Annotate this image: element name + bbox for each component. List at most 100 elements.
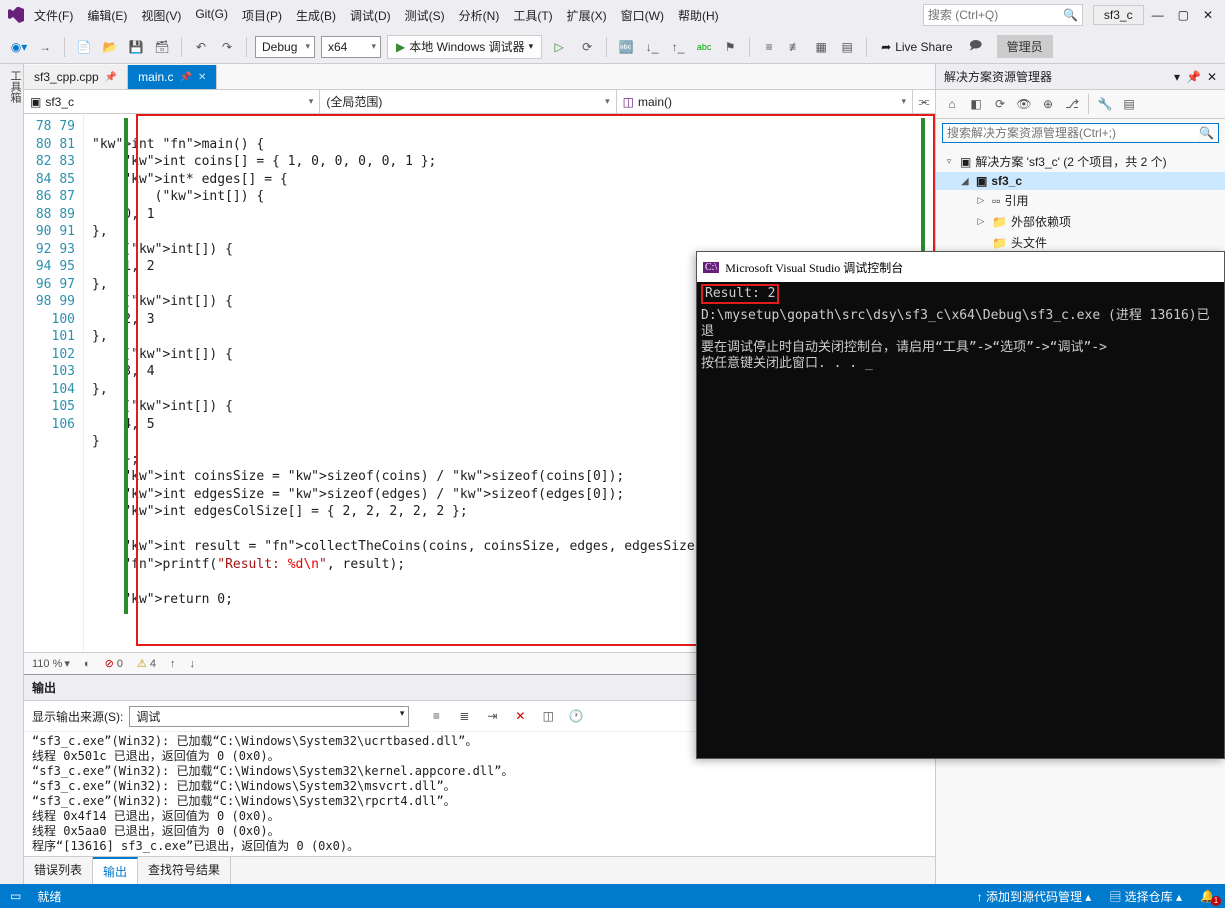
out-clock-icon[interactable]: 🕐 (565, 705, 587, 727)
tab-findsymbol[interactable]: 查找符号结果 (138, 857, 231, 884)
admin-badge: 管理员 (997, 35, 1053, 58)
menu-window[interactable]: 窗口(W) (615, 3, 670, 28)
tab-mainc[interactable]: main.c 📌 ✕ (128, 65, 217, 89)
out-stop-icon[interactable]: ◫ (537, 705, 559, 727)
menu-git[interactable]: Git(G) (189, 3, 234, 28)
step-icon[interactable]: ↓_ (641, 36, 663, 58)
tree-project[interactable]: ◢▣ sf3_c (936, 172, 1225, 190)
error-count[interactable]: ⊘ 0 (105, 657, 123, 670)
redo-icon[interactable]: ↷ (216, 36, 238, 58)
refresh-icon[interactable]: ⟳ (576, 36, 598, 58)
solution-tree[interactable]: ▿▣ 解决方案 'sf3_c' (2 个项目，共 2 个) ◢▣ sf3_c ▷… (936, 147, 1225, 257)
code-navbar: ▣sf3_c (全局范围) ◫main() ⫘ (24, 90, 935, 114)
show-all-icon[interactable]: 👁 (1014, 94, 1034, 114)
search-icon: 🔍 (1199, 126, 1214, 140)
config-dropdown[interactable]: Debug (255, 36, 315, 58)
solution-search[interactable]: 🔍 (942, 123, 1219, 143)
split-icon[interactable]: ⫘ (913, 90, 935, 113)
tab-label: sf3_cpp.cpp (34, 70, 99, 84)
nav-func[interactable]: ◫main() (617, 90, 913, 113)
search-box[interactable]: 🔍 (923, 4, 1083, 26)
menu-edit[interactable]: 编辑(E) (81, 3, 133, 28)
solution-search-input[interactable] (947, 126, 1199, 140)
out-wrap-icon[interactable]: ≣ (453, 705, 475, 727)
down-icon[interactable]: ↓ (190, 658, 196, 670)
step2-icon[interactable]: ↑_ (667, 36, 689, 58)
bookmark2-icon[interactable]: ▤ (836, 36, 858, 58)
sync-icon[interactable]: ⟳ (990, 94, 1010, 114)
panel-close-icon[interactable]: ✕ (1207, 70, 1217, 84)
feedback-icon[interactable]: 🗩 (965, 36, 987, 58)
out-clear-icon[interactable]: ≡ (425, 705, 447, 727)
output-source-dropdown[interactable]: 调试 (129, 706, 409, 727)
panel-menu-icon[interactable]: ▾ (1174, 70, 1180, 84)
menu-project[interactable]: 项目(P) (236, 3, 288, 28)
save-all-icon[interactable]: 🗃 (151, 36, 173, 58)
abc-icon[interactable]: abc (693, 36, 715, 58)
notifications-icon[interactable]: 🔔 (1200, 889, 1215, 903)
nav-scope[interactable]: ▣sf3_c (24, 90, 320, 113)
search-icon: 🔍 (1063, 8, 1078, 22)
console-titlebar[interactable]: C:\ Microsoft Visual Studio 调试控制台 (697, 252, 1224, 282)
menu-extensions[interactable]: 扩展(X) (561, 3, 613, 28)
project-label: sf3_c (1093, 5, 1144, 25)
maximize-icon[interactable]: ▢ (1178, 8, 1189, 22)
tab-output[interactable]: 输出 (93, 857, 138, 884)
tab-close-icon[interactable]: ✕ (198, 72, 206, 83)
tab-errorlist[interactable]: 错误列表 (24, 857, 93, 884)
tab-sf3cpp[interactable]: sf3_cpp.cpp 📌 (24, 65, 128, 89)
zoom-control[interactable]: 110 % ▾ (32, 657, 70, 670)
menu-analyze[interactable]: 分析(N) (453, 3, 506, 28)
nav-context[interactable]: (全局范围) (320, 90, 616, 113)
tree-solution-root[interactable]: ▿▣ 解决方案 'sf3_c' (2 个项目，共 2 个) (936, 151, 1225, 172)
menu-debug[interactable]: 调试(D) (344, 3, 397, 28)
home-icon[interactable]: ⌂ (942, 94, 962, 114)
collapse-icon[interactable]: ◧ (966, 94, 986, 114)
comment-icon[interactable]: ≡ (758, 36, 780, 58)
out-x-icon[interactable]: ✕ (509, 705, 531, 727)
branch-icon[interactable]: ⎇ (1062, 94, 1082, 114)
tree-external[interactable]: ▷📁 外部依赖项 (936, 211, 1225, 232)
minimize-icon[interactable]: — (1152, 8, 1164, 22)
search-input[interactable] (928, 8, 1063, 22)
panel-pin-icon[interactable]: 📌 (1186, 70, 1201, 84)
menu-build[interactable]: 生成(B) (290, 3, 342, 28)
window-controls: — ▢ ✕ (1148, 8, 1217, 22)
up-icon[interactable]: ↑ (170, 658, 176, 670)
run-button[interactable]: ▶ 本地 Windows 调试器 ▾ (387, 35, 542, 59)
view-icon[interactable]: ▤ (1119, 94, 1139, 114)
pin-icon[interactable]: 📌 (105, 72, 117, 83)
warning-count[interactable]: ⚠ 4 (137, 657, 156, 670)
platform-dropdown[interactable]: x64 (321, 36, 381, 58)
ab-icon[interactable]: 🔤 (615, 36, 637, 58)
uncomment-icon[interactable]: ≢ (784, 36, 806, 58)
menu-file[interactable]: 文件(F) (28, 3, 79, 28)
close-icon[interactable]: ✕ (1203, 8, 1213, 22)
menu-test[interactable]: 测试(S) (399, 3, 451, 28)
source-control-button[interactable]: ↑ 添加到源代码管理 ▴ (977, 888, 1092, 905)
flag-icon[interactable]: ⚑ (719, 36, 741, 58)
menu-tools[interactable]: 工具(T) (507, 3, 558, 28)
console-body[interactable]: Result: 2 D:\mysetup\gopath\src\dsy\sf3_… (697, 282, 1224, 374)
repo-button[interactable]: ▤ 选择仓库 ▴ (1109, 888, 1182, 905)
refresh2-icon[interactable]: ⊕ (1038, 94, 1058, 114)
play-nodeub-icon[interactable]: ▷ (548, 36, 570, 58)
open-icon[interactable]: 📂 (99, 36, 121, 58)
save-icon[interactable]: 💾 (125, 36, 147, 58)
toolbox-tab[interactable]: 工具箱 (0, 64, 24, 884)
properties-icon[interactable]: 🔧 (1095, 94, 1115, 114)
undo-icon[interactable]: ↶ (190, 36, 212, 58)
menu-view[interactable]: 视图(V) (135, 3, 187, 28)
nav-icon[interactable]: ◐ (84, 658, 91, 670)
tree-headers[interactable]: 📁 头文件 (936, 232, 1225, 253)
back-icon[interactable]: ◉▾ (8, 36, 30, 58)
bookmark-icon[interactable]: ▦ (810, 36, 832, 58)
func-icon: ◫ (623, 95, 634, 109)
live-share-button[interactable]: ➦ Live Share (875, 40, 958, 54)
tree-references[interactable]: ▷▫▫ 引用 (936, 190, 1225, 211)
forward-icon[interactable]: → (34, 36, 56, 58)
out-lock-icon[interactable]: ⇥ (481, 705, 503, 727)
menu-help[interactable]: 帮助(H) (672, 3, 725, 28)
pin-icon[interactable]: 📌 (180, 72, 192, 83)
new-file-icon[interactable]: 📄 (73, 36, 95, 58)
